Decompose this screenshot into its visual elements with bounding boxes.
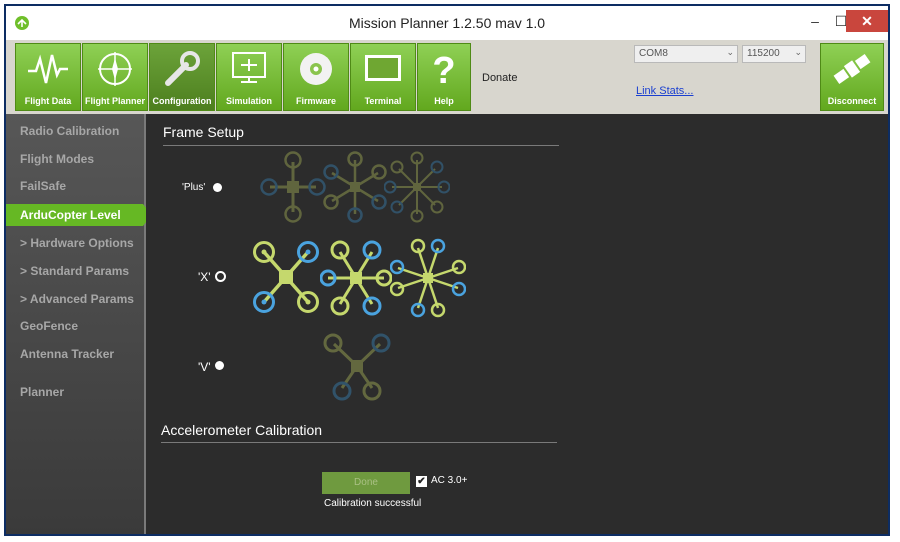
svg-text:?: ? <box>432 50 455 89</box>
disconnect-button[interactable]: Disconnect <box>820 43 884 111</box>
plus-quad-frame-icon[interactable] <box>260 150 326 224</box>
plus-hexa-frame-icon[interactable] <box>322 150 388 224</box>
toolbar-label: Configuration <box>152 96 212 106</box>
monitor-plane-icon <box>232 52 266 83</box>
toolbar-simulation-button[interactable]: Simulation <box>216 43 282 111</box>
satellite-icon <box>833 54 871 84</box>
wrench-icon <box>165 51 200 86</box>
toolbar-label: Flight Planner <box>84 96 145 106</box>
x-option-label: 'X' <box>198 270 211 284</box>
link-stats-link[interactable]: Link Stats... <box>636 85 693 97</box>
toolbar-label: Firmware <box>295 96 337 106</box>
app-window: Mission Planner 1.2.50 mav 1.0 – ☐ ✕ Fli… <box>4 4 890 536</box>
x-octo-frame-icon[interactable] <box>390 238 466 318</box>
baud-rate-select[interactable]: 115200 ⌄ <box>742 45 806 63</box>
window-title: Mission Planner 1.2.50 mav 1.0 <box>348 15 546 31</box>
sidebar-item-arducopter-level[interactable]: ArduCopter Level <box>6 204 152 226</box>
main-toolbar: Flight Data Flight Planner Configuration <box>6 40 888 114</box>
accel-calibration-title: Accelerometer Calibration <box>161 422 323 438</box>
terminal-icon <box>365 55 401 81</box>
v-radio[interactable] <box>215 361 224 370</box>
sidebar-item-radio-calibration[interactable]: Radio Calibration <box>6 120 146 142</box>
toolbar-help-button[interactable]: ? Help <box>417 43 471 111</box>
sidebar-item-geofence[interactable]: GeoFence <box>6 315 146 337</box>
toolbar-flight-planner-button[interactable]: Flight Planner <box>82 43 148 111</box>
x-radio[interactable] <box>215 271 226 282</box>
toolbar-terminal-button[interactable]: Terminal <box>350 43 416 111</box>
sidebar-item-failsafe[interactable]: FailSafe <box>6 175 146 197</box>
heartbeat-icon <box>28 54 68 84</box>
baud-rate-value: 115200 <box>747 48 780 59</box>
frame-setup-title: Frame Setup <box>163 124 244 140</box>
v-option-label: 'V' <box>198 360 211 374</box>
toolbar-label: Simulation <box>225 96 272 106</box>
config-sidebar: Radio Calibration Flight Modes FailSafe … <box>6 114 152 534</box>
divider <box>163 145 559 146</box>
sidebar-item-standard-params[interactable]: > Standard Params <box>6 260 146 282</box>
done-button[interactable]: Done <box>322 472 410 494</box>
sidebar-item-flight-modes[interactable]: Flight Modes <box>6 148 146 170</box>
chevron-down-icon: ⌄ <box>794 47 802 57</box>
ac30-checkbox[interactable]: ✔ <box>416 476 427 487</box>
main-content: Frame Setup 'Plus' 'X' 'V' Accelerometer… <box>146 114 888 534</box>
toolbar-label: Help <box>434 96 454 106</box>
sidebar-item-planner[interactable]: Planner <box>6 381 146 403</box>
toolbar-firmware-button[interactable]: Firmware <box>283 43 349 111</box>
x-hexa-frame-icon[interactable] <box>320 238 392 318</box>
toolbar-label: Flight Data <box>24 96 72 106</box>
v-frame-icon[interactable] <box>322 330 392 402</box>
x-quad-frame-icon[interactable] <box>250 236 322 318</box>
toolbar-label: Terminal <box>364 96 402 106</box>
disc-icon <box>300 53 332 85</box>
toolbar-flight-data-button[interactable]: Flight Data <box>15 43 81 111</box>
sidebar-item-antenna-tracker[interactable]: Antenna Tracker <box>6 343 146 365</box>
toolbar-configuration-button[interactable]: Configuration <box>149 43 215 111</box>
sidebar-item-advanced-params[interactable]: > Advanced Params <box>6 288 146 310</box>
question-icon: ? <box>432 50 455 89</box>
plus-option-label: 'Plus' <box>182 182 206 193</box>
close-button[interactable]: ✕ <box>846 10 888 32</box>
calibration-status: Calibration successful <box>324 498 422 509</box>
divider <box>161 442 557 443</box>
compass-icon <box>98 52 132 86</box>
com-port-select[interactable]: COM8 ⌄ <box>634 45 738 63</box>
chevron-down-icon: ⌄ <box>726 47 734 57</box>
title-bar: Mission Planner 1.2.50 mav 1.0 – ☐ ✕ <box>6 6 888 40</box>
toolbar-label: Disconnect <box>827 96 877 106</box>
donate-link[interactable]: Donate <box>482 72 517 84</box>
com-port-value: COM8 <box>639 48 668 59</box>
sidebar-item-hardware-options[interactable]: > Hardware Options <box>6 232 146 254</box>
plus-octo-frame-icon[interactable] <box>384 150 450 224</box>
plus-radio[interactable] <box>213 183 222 192</box>
ac30-checkbox-label: AC 3.0+ <box>431 475 468 486</box>
